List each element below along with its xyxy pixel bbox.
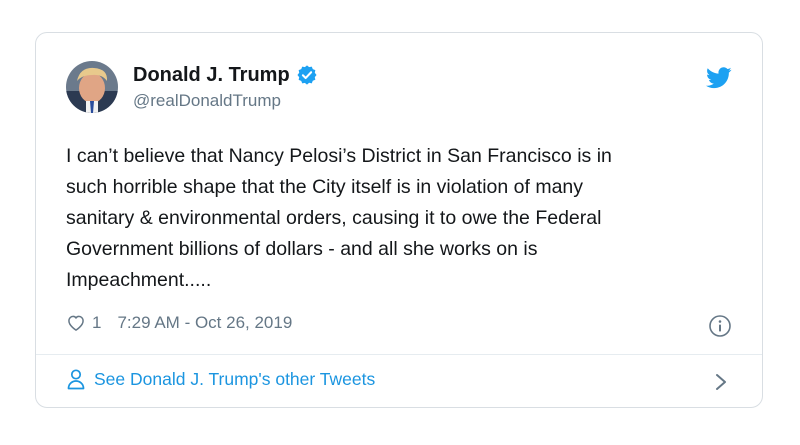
other-tweets-link[interactable]: See Donald J. Trump's other Tweets — [66, 368, 375, 390]
tweet-timestamp[interactable]: 7:29 AM - Oct 26, 2019 — [117, 313, 292, 333]
avatar[interactable] — [66, 61, 118, 113]
tweet-header: Donald J. Trump @realDonaldTrump — [66, 61, 318, 113]
person-icon — [66, 368, 86, 390]
user-handle[interactable]: @realDonaldTrump — [133, 90, 318, 112]
chevron-right-icon[interactable] — [714, 373, 728, 391]
verified-badge-icon — [296, 64, 318, 86]
author-names: Donald J. Trump @realDonaldTrump — [133, 63, 318, 112]
info-circle-icon[interactable] — [708, 314, 732, 338]
like-count[interactable]: 1 — [92, 313, 101, 333]
twitter-bird-icon[interactable] — [706, 67, 732, 89]
display-name[interactable]: Donald J. Trump — [133, 63, 290, 87]
heart-outline-icon[interactable] — [66, 313, 86, 333]
display-name-row: Donald J. Trump — [133, 63, 318, 87]
tweet-meta: 1 7:29 AM - Oct 26, 2019 — [66, 313, 292, 333]
footer-divider — [36, 354, 762, 355]
tweet-card: Donald J. Trump @realDonaldTrump I can’t… — [35, 32, 763, 408]
tweet-text: I can’t believe that Nancy Pelosi’s Dist… — [66, 145, 612, 291]
other-tweets-label: See Donald J. Trump's other Tweets — [94, 368, 376, 389]
